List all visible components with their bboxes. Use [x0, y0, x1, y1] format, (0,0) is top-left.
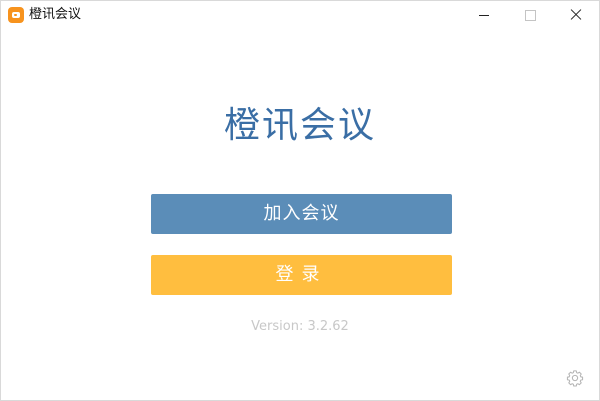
minimize-button[interactable]	[461, 1, 507, 29]
title-bar[interactable]: 橙讯会议	[1, 1, 599, 29]
app-window: 橙讯会议 橙讯会议 加入会议 登录 Version: 3.2.62	[0, 0, 600, 401]
version-label: Version: 3.2.62	[251, 319, 349, 334]
maximize-button[interactable]	[507, 1, 553, 29]
maximize-icon	[525, 10, 536, 21]
window-title: 橙讯会议	[29, 7, 82, 22]
login-button[interactable]: 登录	[151, 255, 452, 295]
close-button[interactable]	[553, 1, 599, 29]
minimize-icon	[479, 15, 489, 16]
app-title: 橙讯会议	[223, 105, 376, 146]
join-meeting-button[interactable]: 加入会议	[151, 194, 452, 234]
camera-lens	[14, 14, 17, 16]
gear-icon	[566, 370, 584, 387]
settings-button[interactable]	[566, 369, 584, 387]
app-icon	[8, 7, 24, 23]
